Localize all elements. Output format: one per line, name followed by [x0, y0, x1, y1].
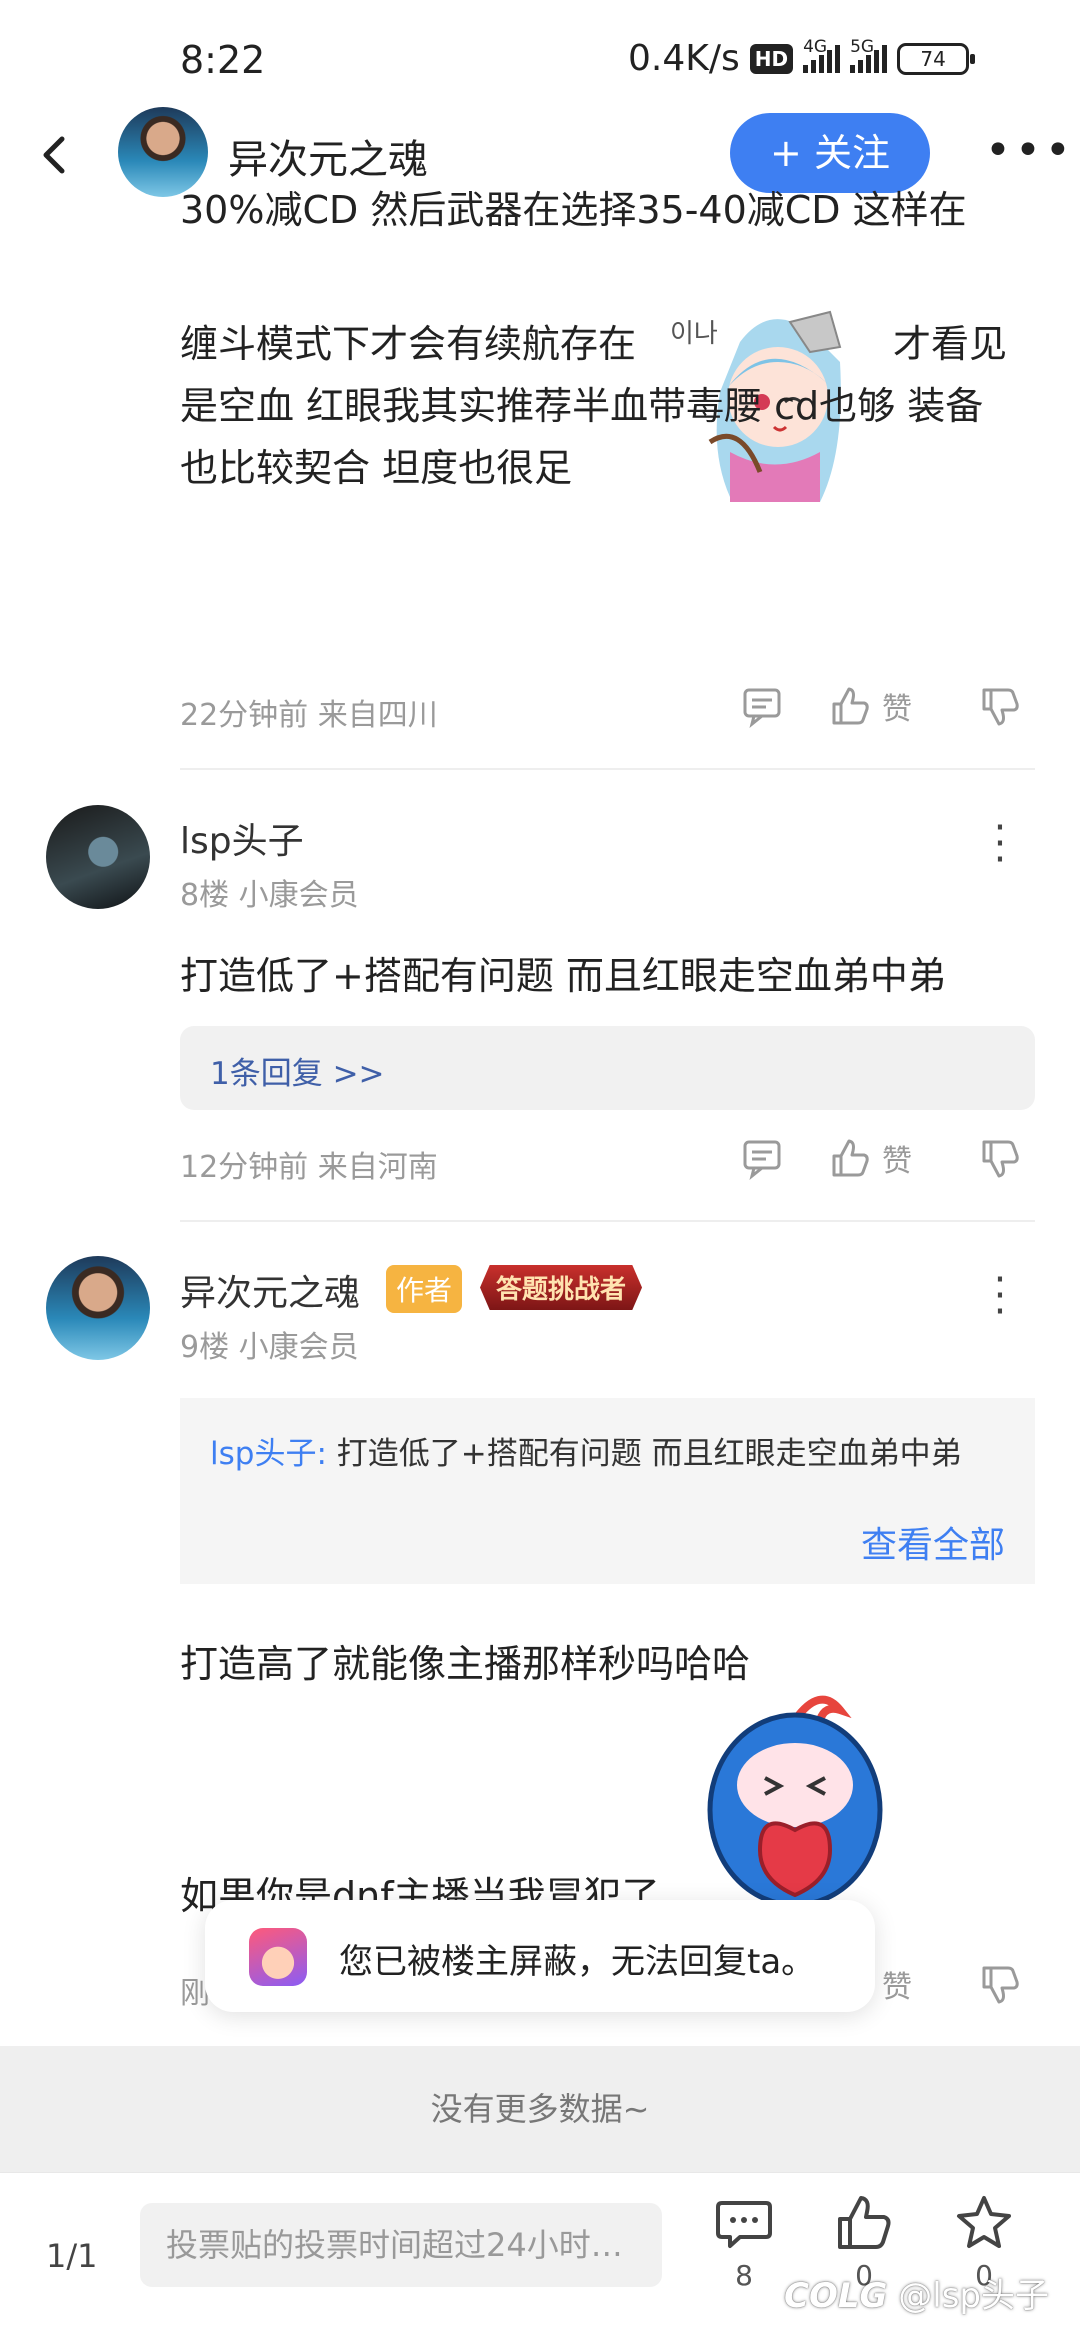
more-options-icon[interactable]: ••• — [985, 125, 1075, 176]
quoted-comment[interactable]: lsp头子: 打造低了+搭配有问题 而且红眼走空血弟中弟 查看全部 — [180, 1398, 1035, 1584]
post-text-line: 才看见 — [893, 322, 1008, 366]
comment-icon — [743, 688, 781, 728]
status-time: 8:22 — [180, 38, 266, 82]
list-end-indicator: 没有更多数据~ — [0, 2046, 1080, 2172]
post-actions: 赞 — [740, 684, 1040, 734]
battery-icon: 74 — [897, 42, 976, 75]
page-indicator[interactable]: 1/1 — [46, 2237, 98, 2275]
network-speed: 0.4K/s — [628, 38, 740, 79]
thumbs-up-icon — [838, 2196, 891, 2249]
like-label: 赞 — [882, 1970, 912, 2005]
thumbs-up-icon — [832, 1139, 869, 1177]
view-all-link[interactable]: 查看全部 — [861, 1516, 1005, 1568]
dislike-button[interactable] — [978, 684, 1022, 728]
quote-body: 打造低了+搭配有问题 而且红眼走空血弟中弟 — [326, 1436, 962, 1472]
reply-input[interactable]: 投票贴的投票时间超过24小时… — [140, 2203, 662, 2287]
signal-5g-icon: 5G — [850, 37, 888, 73]
thumbs-down-icon — [982, 1966, 1019, 2004]
dislike-button[interactable] — [978, 1962, 1022, 2006]
commenter-avatar[interactable] — [46, 1256, 150, 1360]
comment-bubble-icon — [716, 2201, 772, 2248]
commenter-avatar[interactable] — [46, 805, 150, 909]
chevron-left-icon — [43, 136, 65, 174]
comment-text: 打造低了+搭配有问题 而且红眼走空血弟中弟 — [180, 954, 946, 998]
dislike-button[interactable] — [978, 1136, 1022, 1180]
post-text-line: 也比较契合 坦度也很足 — [180, 446, 573, 490]
mascot-sticker — [707, 1695, 883, 1908]
thumbs-down-icon — [982, 688, 1019, 726]
reply-summary[interactable]: 1条回复 >> — [180, 1026, 1035, 1110]
post-time-location: 22分钟前 来自四川 — [180, 698, 438, 733]
status-indicators: 0.4K/s HD 4G 5G 74 — [628, 37, 976, 79]
quote-content: lsp头子: 打造低了+搭配有问题 而且红眼走空血弟中弟 — [210, 1428, 1010, 1473]
thumbs-down-icon — [982, 1140, 1019, 1178]
comment-more-icon[interactable]: · · · — [990, 808, 1010, 880]
post-text-line: 30%减CD 然后武器在选择35-40减CD 这样在 — [180, 188, 967, 232]
hd-icon: HD — [749, 43, 794, 74]
challenger-badge: 答题挑战者 — [480, 1265, 643, 1310]
commenter-name[interactable]: lsp头子 — [180, 812, 304, 864]
comment-icon — [743, 1140, 781, 1180]
comment-count: 8 — [735, 2259, 753, 2292]
blocked-toast: 您已被楼主屏蔽，无法回复ta。 — [205, 1900, 875, 2012]
comment-text: 打造高了就能像主播那样秒吗哈哈 — [180, 1642, 751, 1686]
thumbs-up-icon — [832, 687, 869, 725]
like-button[interactable]: 赞 — [828, 684, 912, 728]
quote-user[interactable]: lsp头子: — [210, 1436, 327, 1472]
comment-floor: 9楼 小康会员 — [180, 1330, 359, 1365]
comment-floor: 8楼 小康会员 — [180, 878, 359, 913]
like-button[interactable]: 赞 — [828, 1136, 912, 1180]
reply-button[interactable] — [740, 684, 784, 728]
post-text-line: 缠斗模式下才会有续航存在 — [180, 322, 637, 366]
app-logo-icon — [249, 1928, 307, 1986]
comment-actions: 赞 — [740, 1136, 1040, 1186]
author-name[interactable]: 异次元之魂 — [228, 127, 428, 185]
divider — [180, 1220, 1035, 1222]
toast-message: 您已被楼主屏蔽，无法回复ta。 — [339, 1942, 816, 1982]
signal-4g-icon: 4G — [803, 37, 841, 73]
like-label: 赞 — [882, 1144, 912, 1179]
post-text-line: 是空血 红眼我其实推荐半血带毒腰 cd也够 装备 — [180, 384, 984, 428]
svg-text:이나: 이나 — [670, 319, 718, 349]
author-badge: 作者 — [386, 1265, 463, 1313]
reply-button[interactable] — [740, 1136, 784, 1180]
comment-more-icon[interactable]: · · · — [990, 1260, 1010, 1332]
back-button[interactable] — [36, 133, 76, 177]
divider — [180, 768, 1035, 770]
star-icon — [957, 2196, 1011, 2248]
view-replies-link[interactable]: 1条回复 >> — [210, 1048, 385, 1093]
comment-time-location: 12分钟前 来自河南 — [180, 1150, 438, 1185]
commenter-name[interactable]: 异次元之魂 — [180, 1264, 360, 1316]
status-bar: 8:22 0.4K/s HD 4G 5G 74 — [0, 0, 1080, 120]
comments-button[interactable]: 8 — [704, 2193, 784, 2292]
like-label: 赞 — [882, 692, 912, 727]
watermark: COLG @lsp头子 — [784, 2276, 1049, 2316]
